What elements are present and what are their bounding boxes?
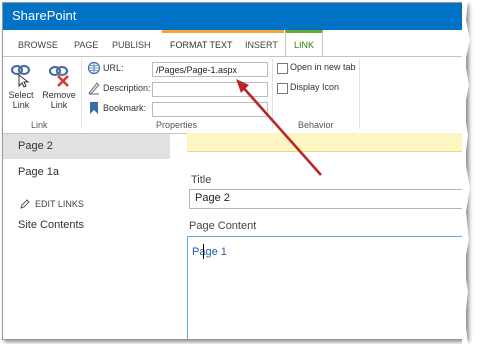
sharepoint-window: SharePoint BROWSE PAGE PUBLISH FORMAT TE… [2, 2, 467, 340]
annotation-arrow [236, 79, 322, 176]
torn-edge-right [462, 0, 470, 344]
